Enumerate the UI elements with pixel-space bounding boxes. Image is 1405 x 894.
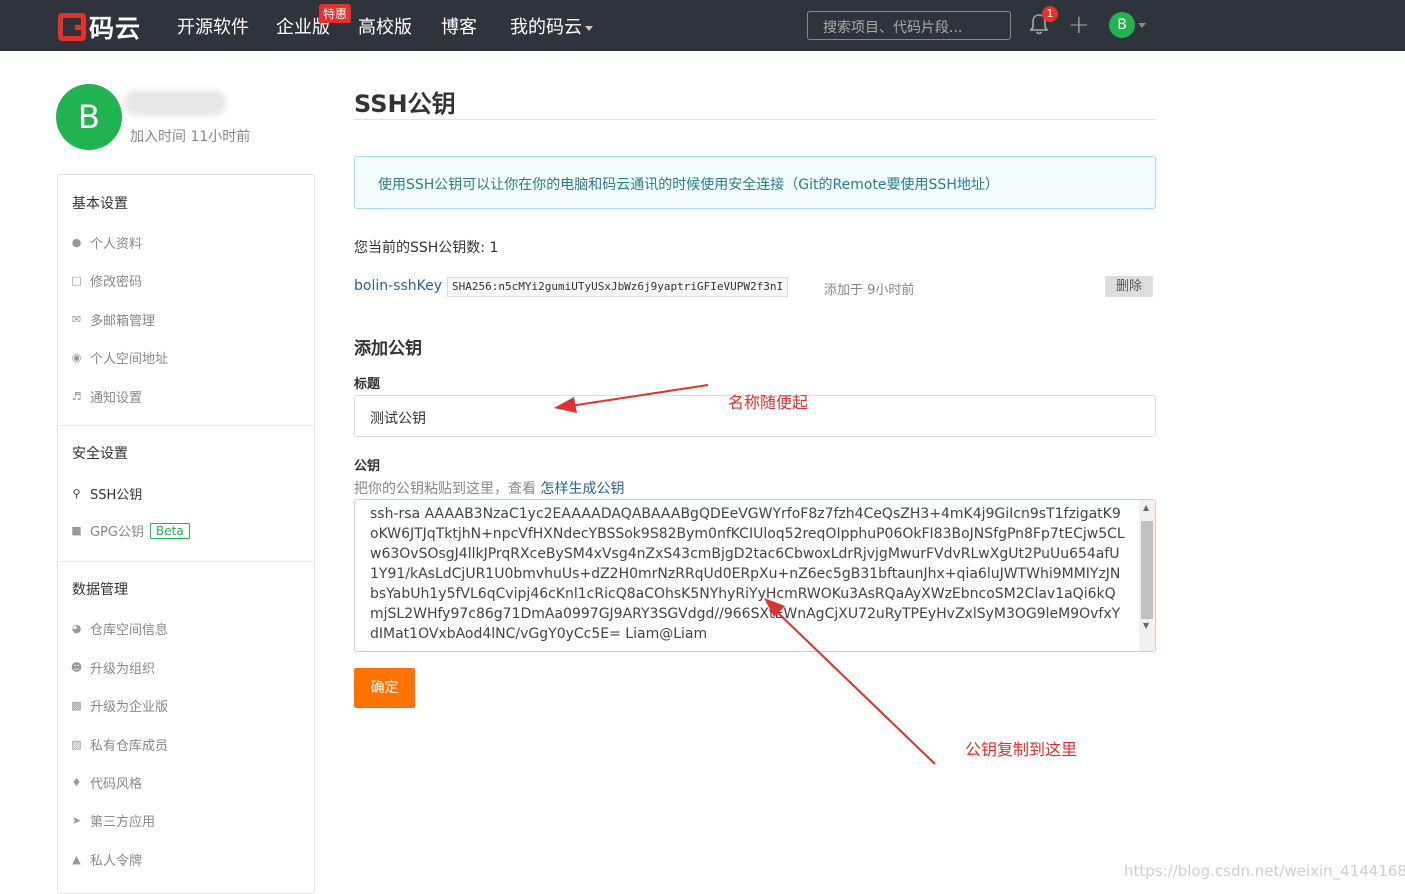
- chevron-down-icon[interactable]: [1138, 23, 1146, 28]
- ssh-key-added-time: 添加于 9小时前: [824, 283, 915, 298]
- sidebar-item-repo-space[interactable]: ◕ 仓库空间信息: [70, 619, 168, 638]
- annotation-key-note: 公钥复制到这里: [965, 740, 1078, 759]
- sidebar-item-private-tokens[interactable]: ▲ 私人令牌: [70, 850, 142, 869]
- sidebar-item-emails[interactable]: ✉ 多邮箱管理: [70, 310, 155, 329]
- sidebar-item-upgrade-enterprise[interactable]: ▩ 升级为企业版: [70, 696, 168, 715]
- add-key-heading: 添加公钥: [354, 339, 422, 359]
- sidebar-item-third-party-apps[interactable]: ➤ 第三方应用: [70, 811, 155, 830]
- key-icon: ⚲: [72, 487, 81, 500]
- title-label: 标题: [354, 377, 381, 392]
- notification-count-badge: 1: [1042, 6, 1058, 22]
- token-icon: ▲: [72, 853, 81, 866]
- key-hint-text: 把你的公钥粘贴到这里，查看: [354, 481, 541, 497]
- how-to-generate-link[interactable]: 怎样生成公钥: [540, 481, 624, 497]
- key-label: 公钥: [354, 459, 381, 474]
- ssh-key-name-link[interactable]: bolin-sshKey: [354, 278, 442, 294]
- sidebar-item-password[interactable]: □ 修改密码: [70, 271, 142, 290]
- sidebar-item-label: 个人资料: [90, 237, 143, 252]
- plus-icon[interactable]: +: [1068, 10, 1090, 40]
- confirm-button[interactable]: 确定: [354, 668, 415, 708]
- sidebar-divider: [58, 425, 314, 426]
- sidebar-item-label: 升级为企业版: [90, 700, 169, 715]
- key-hint: 把你的公钥粘贴到这里，查看 怎样生成公钥: [354, 478, 624, 498]
- sidebar-item-label: 通知设置: [90, 391, 143, 406]
- sidebar-item-profile[interactable]: ● 个人资料: [70, 233, 142, 252]
- pie-chart-icon: ◕: [71, 622, 82, 635]
- sidebar-item-label: 仓库空间信息: [90, 623, 169, 638]
- sidebar-item-label: 私人令牌: [90, 854, 143, 869]
- nav-university[interactable]: 高校版: [358, 13, 412, 39]
- sidebar-item-label: 私有仓库成员: [90, 739, 169, 754]
- sidebar-item-gpg-keys[interactable]: ■ GPG公钥 Beta: [70, 521, 190, 540]
- scroll-down-icon[interactable]: ▼: [1143, 621, 1149, 630]
- nav-blog[interactable]: 博客: [441, 13, 477, 39]
- logo-icon: [58, 13, 86, 41]
- sidebar-item-label: GPG公钥: [90, 525, 144, 540]
- annotation-name-note: 名称随便起: [728, 393, 809, 412]
- textarea-scrollbar-thumb[interactable]: [1141, 521, 1153, 619]
- group-icon: ☻: [70, 661, 83, 674]
- page-title: SSH公钥: [354, 90, 456, 118]
- sidebar-item-upgrade-org[interactable]: ☻ 升级为组织: [70, 658, 155, 677]
- user-avatar[interactable]: B: [56, 84, 122, 150]
- logo[interactable]: 码云: [58, 9, 141, 45]
- sidebar-item-code-style[interactable]: ♦ 代码风格: [70, 773, 142, 792]
- delete-key-button[interactable]: 删除: [1105, 276, 1153, 297]
- user-icon: ●: [71, 236, 82, 249]
- ssh-key-fingerprint: SHA256:n5cMYi2gumiUTyUSxJbWz6j9yaptriGFI…: [447, 277, 789, 297]
- search-input[interactable]: 搜索项目、代码片段...: [807, 11, 1011, 40]
- scroll-up-icon[interactable]: ▲: [1143, 503, 1149, 512]
- title-divider: [354, 119, 1156, 120]
- nav-my-gitee-label: 我的码云: [510, 17, 582, 38]
- sidebar-item-ssh-keys[interactable]: ⚲ SSH公钥: [70, 484, 142, 503]
- nav-my-gitee[interactable]: 我的码云: [510, 13, 593, 39]
- sidebar-item-label: SSH公钥: [90, 488, 143, 503]
- settings-sidebar: 基本设置 ● 个人资料 □ 修改密码 ✉ 多邮箱管理 ◉ 个人空间地址 ♬ 通知设置 安全…: [57, 174, 315, 894]
- beta-badge: Beta: [150, 522, 190, 539]
- nav-avatar[interactable]: B: [1109, 12, 1135, 38]
- section-basic-settings: 基本设置: [72, 196, 128, 212]
- sidebar-item-label: 第三方应用: [90, 815, 156, 830]
- top-navbar: 码云 开源软件 企业版 特惠 高校版 博客 我的码云 搜索项目、代码片段... …: [0, 0, 1405, 51]
- section-security-settings: 安全设置: [72, 446, 128, 462]
- book-icon: ▧: [71, 738, 82, 751]
- logo-text: 码云: [89, 14, 142, 43]
- sidebar-item-private-members[interactable]: ▧ 私有仓库成员: [70, 735, 168, 754]
- rocket-icon: ➤: [71, 814, 82, 827]
- sidebar-item-label: 个人空间地址: [90, 352, 169, 367]
- user-name-blurred: [124, 90, 226, 116]
- watermark: https://blog.csdn.net/weixin_41441680: [1124, 862, 1405, 880]
- unlock-icon: □: [71, 274, 82, 287]
- sidebar-item-label: 升级为组织: [90, 662, 156, 677]
- sidebar-divider: [58, 561, 314, 562]
- building-icon: ▩: [71, 699, 82, 712]
- sidebar-item-label: 修改密码: [90, 275, 143, 290]
- chevron-down-icon: [585, 25, 593, 31]
- sidebar-item-label: 代码风格: [90, 777, 143, 792]
- gamepad-icon: ♦: [71, 776, 82, 789]
- sidebar-item-notifications[interactable]: ♬ 通知设置: [70, 387, 142, 406]
- lock-icon: ■: [71, 524, 82, 537]
- ssh-key-count: 您当前的SSH公钥数: 1: [354, 240, 499, 256]
- sidebar-item-space-address[interactable]: ◉ 个人空间地址: [70, 348, 168, 367]
- public-key-textarea[interactable]: ssh-rsa AAAAB3NzaC1yc2EAAAADAQABAAABgQDE…: [354, 499, 1156, 652]
- envelope-icon: ✉: [71, 313, 82, 326]
- section-data-management: 数据管理: [72, 582, 128, 598]
- promo-badge: 特惠: [319, 4, 352, 23]
- join-time: 加入时间 11小时前: [130, 129, 251, 145]
- nav-open-source[interactable]: 开源软件: [177, 13, 249, 39]
- info-alert: 使用SSH公钥可以让你在你的电脑和码云通讯的时候使用安全连接（Git的Remot…: [354, 156, 1156, 209]
- sidebar-item-label: 多邮箱管理: [90, 314, 156, 329]
- compass-icon: ◉: [71, 351, 82, 364]
- volume-icon: ♬: [71, 390, 82, 403]
